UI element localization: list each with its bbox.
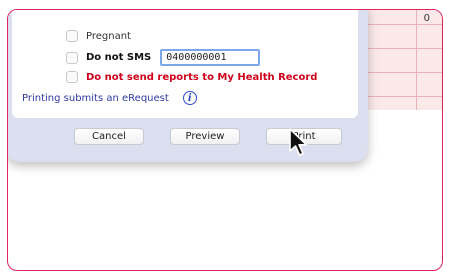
info-icon[interactable]: i bbox=[182, 91, 197, 105]
print-dialog: Pregnant Do not SMS Do not send reports … bbox=[8, 10, 368, 162]
pregnant-label: Pregnant bbox=[86, 30, 131, 42]
cancel-button[interactable]: Cancel bbox=[74, 128, 144, 145]
do-not-sms-label: Do not SMS bbox=[86, 52, 152, 63]
do-not-sms-option: Do not SMS bbox=[66, 49, 261, 66]
do-not-send-mhr-checkbox[interactable] bbox=[66, 71, 78, 83]
sms-number-input[interactable] bbox=[160, 49, 261, 66]
preview-button[interactable]: Preview bbox=[170, 128, 240, 145]
window-frame: 0 Pregnant Do not SMS Do not send report… bbox=[7, 9, 443, 271]
pregnant-checkbox[interactable] bbox=[66, 30, 78, 42]
do-not-send-mhr-label: Do not send reports to My Health Record bbox=[86, 71, 318, 83]
printing-note-text: Printing submits an eRequest bbox=[22, 92, 169, 104]
do-not-send-mhr-option: Do not send reports to My Health Record bbox=[66, 71, 317, 83]
table-cell-value: 0 bbox=[423, 13, 430, 24]
pregnant-option: Pregnant bbox=[66, 30, 131, 42]
mouse-pointer-icon bbox=[289, 128, 308, 156]
dialog-content-panel: Pregnant Do not SMS Do not send reports … bbox=[12, 10, 358, 118]
table-gridline bbox=[416, 10, 417, 110]
printing-note: Printing submits an eRequest i bbox=[22, 91, 197, 105]
do-not-sms-checkbox[interactable] bbox=[66, 51, 78, 64]
